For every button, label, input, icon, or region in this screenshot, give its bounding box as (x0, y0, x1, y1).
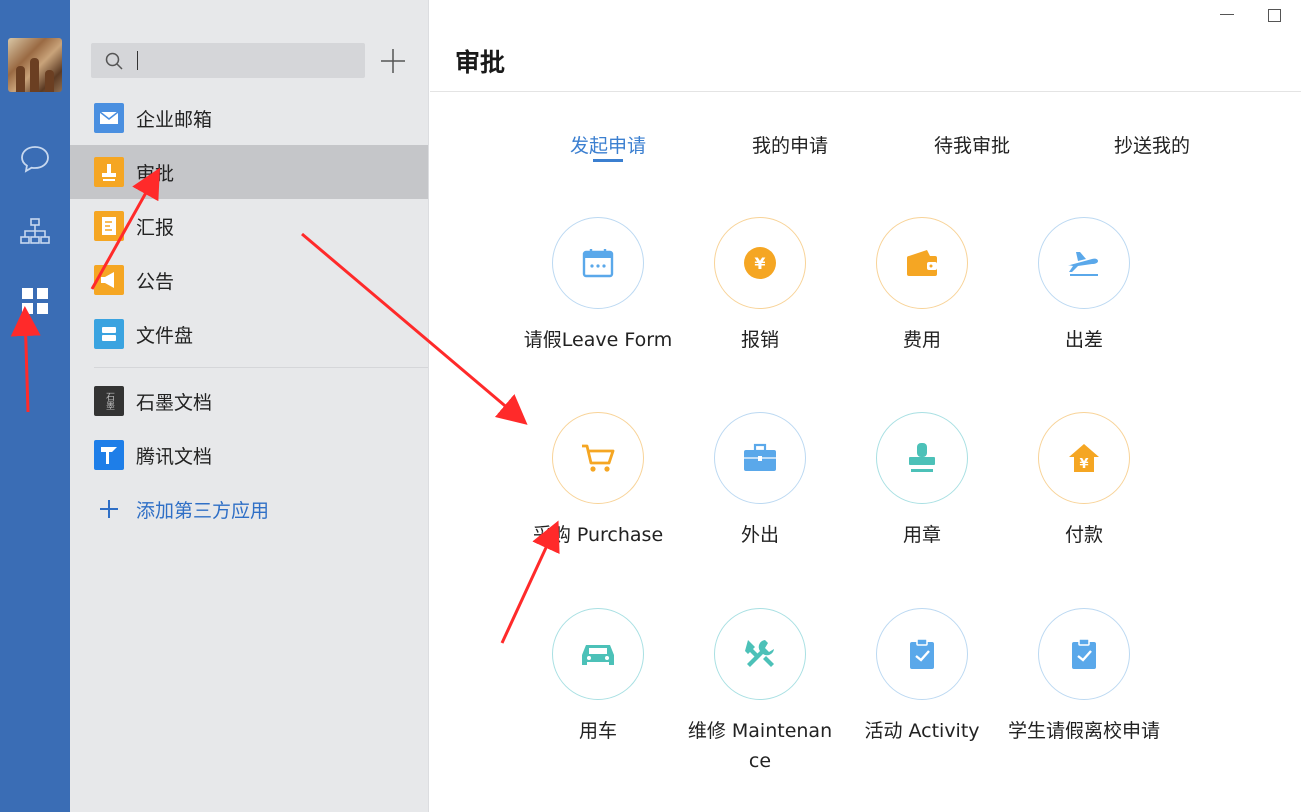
app-purchase[interactable]: 采购 Purchase (517, 412, 679, 550)
nav-item-shimo-docs[interactable]: 石墨 石墨文档 (70, 374, 428, 428)
tab-cc-to-me[interactable]: 抄送我的 (1082, 131, 1222, 158)
chat-icon[interactable] (17, 141, 53, 177)
divider (94, 367, 428, 368)
nav-item-tencent-docs[interactable]: 腾讯文档 (70, 428, 428, 482)
cart-icon (552, 412, 644, 504)
main-content: 审批 发起申请 我的申请 待我审批 抄送我的 请假Leave Form ¥ 报销… (430, 0, 1301, 812)
nav-item-announcement[interactable]: 公告 (70, 253, 428, 307)
app-reimbursement[interactable]: ¥ 报销 (679, 217, 841, 355)
report-icon (94, 211, 124, 241)
nav-item-label: 石墨文档 (136, 391, 213, 414)
stamp-icon (94, 157, 124, 187)
nav-item-label: 文件盘 (136, 324, 194, 347)
nav-item-label: 审批 (136, 162, 175, 185)
app-name: 外出 (740, 524, 779, 546)
text-caret (137, 51, 138, 70)
app-name: 出差 (1064, 329, 1103, 351)
storage-icon (94, 319, 124, 349)
apps-grid-icon[interactable] (17, 283, 53, 319)
app-car[interactable]: 用车 (517, 608, 679, 746)
app-payment[interactable]: ¥ 付款 (1003, 412, 1165, 550)
search-icon (105, 52, 123, 70)
app-list-panel: 企业邮箱 审批 汇报 公告 文件盘 石墨 石墨文档 腾讯文档 添加第三方应用 (70, 0, 429, 812)
yuan-coin-icon: ¥ (714, 217, 806, 309)
app-name: 学生请假离校申请 (1007, 720, 1160, 742)
app-name: 活动 Activity (864, 720, 980, 742)
nav-item-label: 公告 (136, 270, 175, 293)
stamp-icon (876, 412, 968, 504)
clipboard-check-icon (876, 608, 968, 700)
tab-my-requests[interactable]: 我的申请 (720, 131, 860, 158)
app-name: 采购 Purchase (532, 524, 664, 546)
app-leave-form[interactable]: 请假Leave Form (517, 217, 679, 355)
tools-icon (714, 608, 806, 700)
briefcase-icon (714, 412, 806, 504)
avatar[interactable] (8, 38, 62, 92)
plus-icon (381, 49, 405, 73)
app-activity[interactable]: 活动 Activity (841, 608, 1003, 746)
page-title: 审批 (455, 48, 506, 77)
app-name: 费用 (902, 329, 941, 351)
mail-icon (94, 103, 124, 133)
app-window: 企业邮箱 审批 汇报 公告 文件盘 石墨 石墨文档 腾讯文档 添加第三方应用 审… (0, 0, 1301, 812)
app-student-leave[interactable]: 学生请假离校申请 (1003, 608, 1165, 746)
nav-item-file-drive[interactable]: 文件盘 (70, 307, 428, 361)
clipboard-check-icon (1038, 608, 1130, 700)
search-box[interactable] (91, 43, 365, 78)
shimo-icon: 石墨 (94, 386, 124, 416)
tab-pending-approval[interactable]: 待我审批 (902, 131, 1042, 158)
svg-text:¥: ¥ (754, 254, 765, 273)
nav-item-label: 汇报 (136, 216, 175, 239)
nav-item-report[interactable]: 汇报 (70, 199, 428, 253)
wallet-icon (876, 217, 968, 309)
add-third-party-app[interactable]: 添加第三方应用 (70, 482, 428, 536)
maximize-button[interactable] (1268, 9, 1281, 22)
calendar-icon (552, 217, 644, 309)
app-name: 请假Leave Form (523, 329, 673, 351)
tencent-docs-icon (94, 440, 124, 470)
svg-text:¥: ¥ (1079, 457, 1088, 472)
nav-item-mail[interactable]: 企业邮箱 (70, 91, 428, 145)
plus-icon (94, 494, 124, 524)
app-business-trip[interactable]: 出差 (1003, 217, 1165, 355)
nav-item-label: 企业邮箱 (136, 108, 213, 131)
app-use-seal[interactable]: 用章 (841, 412, 1003, 550)
airplane-icon (1038, 217, 1130, 309)
app-expense[interactable]: 费用 (841, 217, 1003, 355)
megaphone-icon (94, 265, 124, 295)
tab-initiate[interactable]: 发起申请 (538, 131, 678, 158)
left-rail (0, 0, 70, 812)
app-name: 用章 (902, 524, 941, 546)
app-maintenance[interactable]: 维修 Maintenance (679, 608, 841, 776)
app-name: 报销 (740, 329, 779, 351)
nav-item-approval[interactable]: 审批 (70, 145, 428, 199)
app-name: 用车 (578, 720, 617, 742)
car-icon (552, 608, 644, 700)
app-name: 维修 Maintenance (687, 720, 833, 772)
minimize-button[interactable] (1220, 14, 1234, 15)
add-button[interactable] (378, 44, 408, 78)
app-go-out[interactable]: 外出 (679, 412, 841, 550)
app-name: 付款 (1064, 524, 1103, 546)
payment-house-icon: ¥ (1038, 412, 1130, 504)
org-chart-icon[interactable] (17, 213, 53, 249)
active-tab-indicator (593, 159, 623, 162)
nav-item-label: 腾讯文档 (136, 445, 213, 468)
nav-item-label: 添加第三方应用 (136, 499, 270, 522)
divider (430, 91, 1301, 92)
